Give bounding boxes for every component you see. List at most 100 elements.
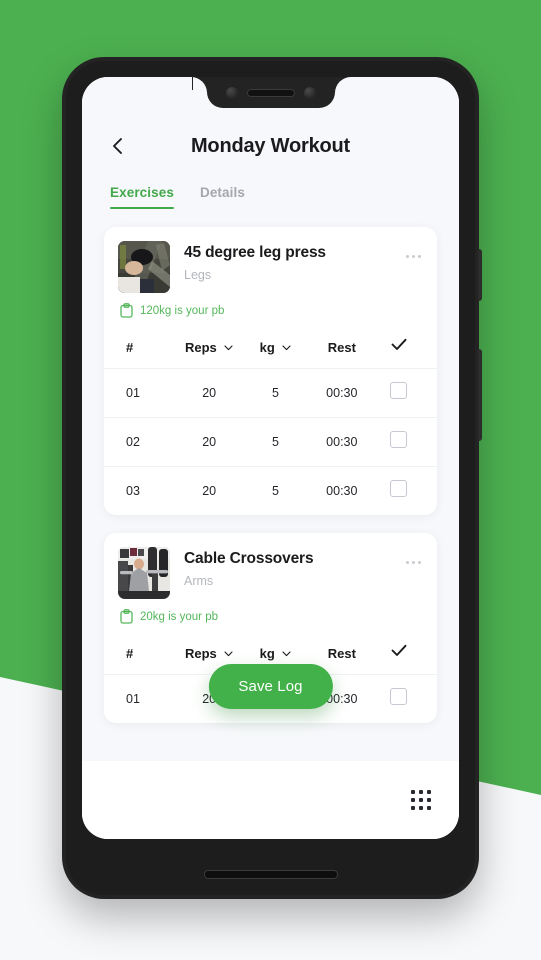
exercise-name: 45 degree leg press (184, 244, 326, 261)
more-dot (412, 255, 415, 258)
chevron-left-icon (113, 138, 122, 154)
exercise-more-menu-button[interactable] (404, 553, 423, 572)
header-done (375, 338, 423, 356)
table-row[interactable]: 01 20 5 00:30 (104, 368, 437, 417)
personal-best-text: 20kg is your pb (140, 610, 218, 623)
grid-dot (427, 806, 431, 810)
earpiece-speaker (246, 88, 295, 97)
header-reps-label: Reps (184, 646, 217, 661)
set-done-cell (375, 688, 423, 710)
sets-table: # Reps kg (104, 330, 437, 515)
header-done (375, 644, 423, 662)
set-number: 02 (126, 435, 140, 449)
set-reps[interactable]: 20 (176, 386, 242, 400)
set-number: 01 (126, 692, 140, 706)
set-done-cell (375, 431, 423, 453)
exercise-name: Cable Crossovers (184, 550, 314, 567)
tab-bar: Exercises Details (82, 169, 459, 209)
app-content: Monday Workout Exercises Details 45 degr… (82, 77, 459, 839)
set-rest[interactable]: 00:30 (309, 386, 375, 400)
set-reps[interactable]: 20 (176, 435, 242, 449)
table-row[interactable]: 03 20 5 00:30 (104, 466, 437, 515)
tab-exercises[interactable]: Exercises (110, 185, 174, 209)
header-reps[interactable]: Reps (176, 645, 242, 661)
header-reps[interactable]: Reps (176, 339, 242, 355)
screenshot-stage: Monday Workout Exercises Details 45 degr… (0, 0, 541, 960)
tab-details[interactable]: Details (200, 185, 245, 209)
check-icon (391, 644, 407, 657)
phone-notch (206, 77, 335, 108)
header-reps-label: Reps (184, 340, 217, 355)
personal-best-row: 20kg is your pb (104, 599, 437, 636)
header-weight-label: kg (259, 340, 275, 355)
set-reps[interactable]: 20 (176, 484, 242, 498)
phone-volume-button[interactable] (478, 349, 482, 441)
exercise-card-header: 45 degree leg press Legs (104, 227, 437, 293)
set-number: 03 (126, 484, 140, 498)
grid-dot (419, 806, 423, 810)
set-done-checkbox[interactable] (390, 480, 408, 497)
personal-best-text: 120kg is your pb (140, 304, 225, 317)
cable-crossover-photo (118, 547, 170, 599)
exercise-muscle-group: Arms (184, 573, 214, 588)
leg-press-photo (118, 241, 170, 293)
chevron-down-icon (224, 339, 233, 354)
grid-dot (427, 798, 431, 802)
more-dot (412, 561, 415, 564)
front-camera-icon (225, 86, 238, 99)
apps-grid-icon[interactable] (411, 790, 431, 810)
exercise-thumbnail[interactable] (118, 547, 170, 599)
more-dot (406, 561, 409, 564)
clipboard-icon (120, 609, 133, 624)
header-set-number: # (126, 645, 134, 661)
exercise-more-menu-button[interactable] (404, 247, 423, 266)
personal-best-row: 120kg is your pb (104, 293, 437, 330)
exercise-card: 45 degree leg press Legs 120kg is your p… (104, 227, 437, 515)
grid-dot (411, 790, 415, 794)
phone-mockup: Monday Workout Exercises Details 45 degr… (62, 57, 482, 899)
set-done-checkbox[interactable] (390, 382, 408, 399)
header-weight-label: kg (259, 646, 275, 661)
header-weight[interactable]: kg (242, 645, 308, 661)
back-button[interactable] (104, 132, 132, 160)
set-weight[interactable]: 5 (242, 484, 308, 498)
set-rest[interactable]: 00:30 (309, 435, 375, 449)
bottom-bar (82, 761, 459, 839)
grid-dot (411, 798, 415, 802)
exercise-muscle-group: Legs (184, 267, 212, 282)
phone-screen: Monday Workout Exercises Details 45 degr… (82, 77, 459, 839)
clipboard-icon (120, 303, 133, 318)
exercise-thumbnail[interactable] (118, 241, 170, 293)
chevron-down-icon (282, 645, 291, 660)
more-dot (418, 561, 421, 564)
grid-dot (427, 790, 431, 794)
set-rest[interactable]: 00:30 (309, 484, 375, 498)
exercise-card-header: Cable Crossovers Arms (104, 533, 437, 599)
chevron-down-icon (282, 339, 291, 354)
table-row[interactable]: 02 20 5 00:30 (104, 417, 437, 466)
phone-bottom-speaker (203, 870, 338, 879)
header-set-number: # (126, 339, 134, 355)
check-icon (391, 338, 407, 351)
nav-row: Monday Workout (82, 123, 459, 169)
exercise-head-text: Cable Crossovers Arms (184, 547, 404, 588)
exercise-head-text: 45 degree leg press Legs (184, 241, 404, 282)
set-done-checkbox[interactable] (390, 688, 408, 705)
phone-power-button[interactable] (478, 249, 482, 301)
header-rest: Rest (327, 339, 356, 355)
chevron-down-icon (224, 645, 233, 660)
set-done-cell (375, 382, 423, 404)
set-weight[interactable]: 5 (242, 435, 308, 449)
set-done-checkbox[interactable] (390, 431, 408, 448)
page-title: Monday Workout (190, 134, 351, 157)
set-weight[interactable]: 5 (242, 386, 308, 400)
sets-table-header: # Reps kg Rest (104, 330, 437, 368)
grid-dot (411, 806, 415, 810)
grid-dot (419, 790, 423, 794)
grid-dot (419, 798, 423, 802)
more-dot (406, 255, 409, 258)
save-log-button[interactable]: Save Log (208, 664, 333, 709)
front-camera-secondary-icon (303, 86, 316, 99)
exercise-list[interactable]: 45 degree leg press Legs 120kg is your p… (82, 209, 459, 761)
header-weight[interactable]: kg (242, 339, 308, 355)
